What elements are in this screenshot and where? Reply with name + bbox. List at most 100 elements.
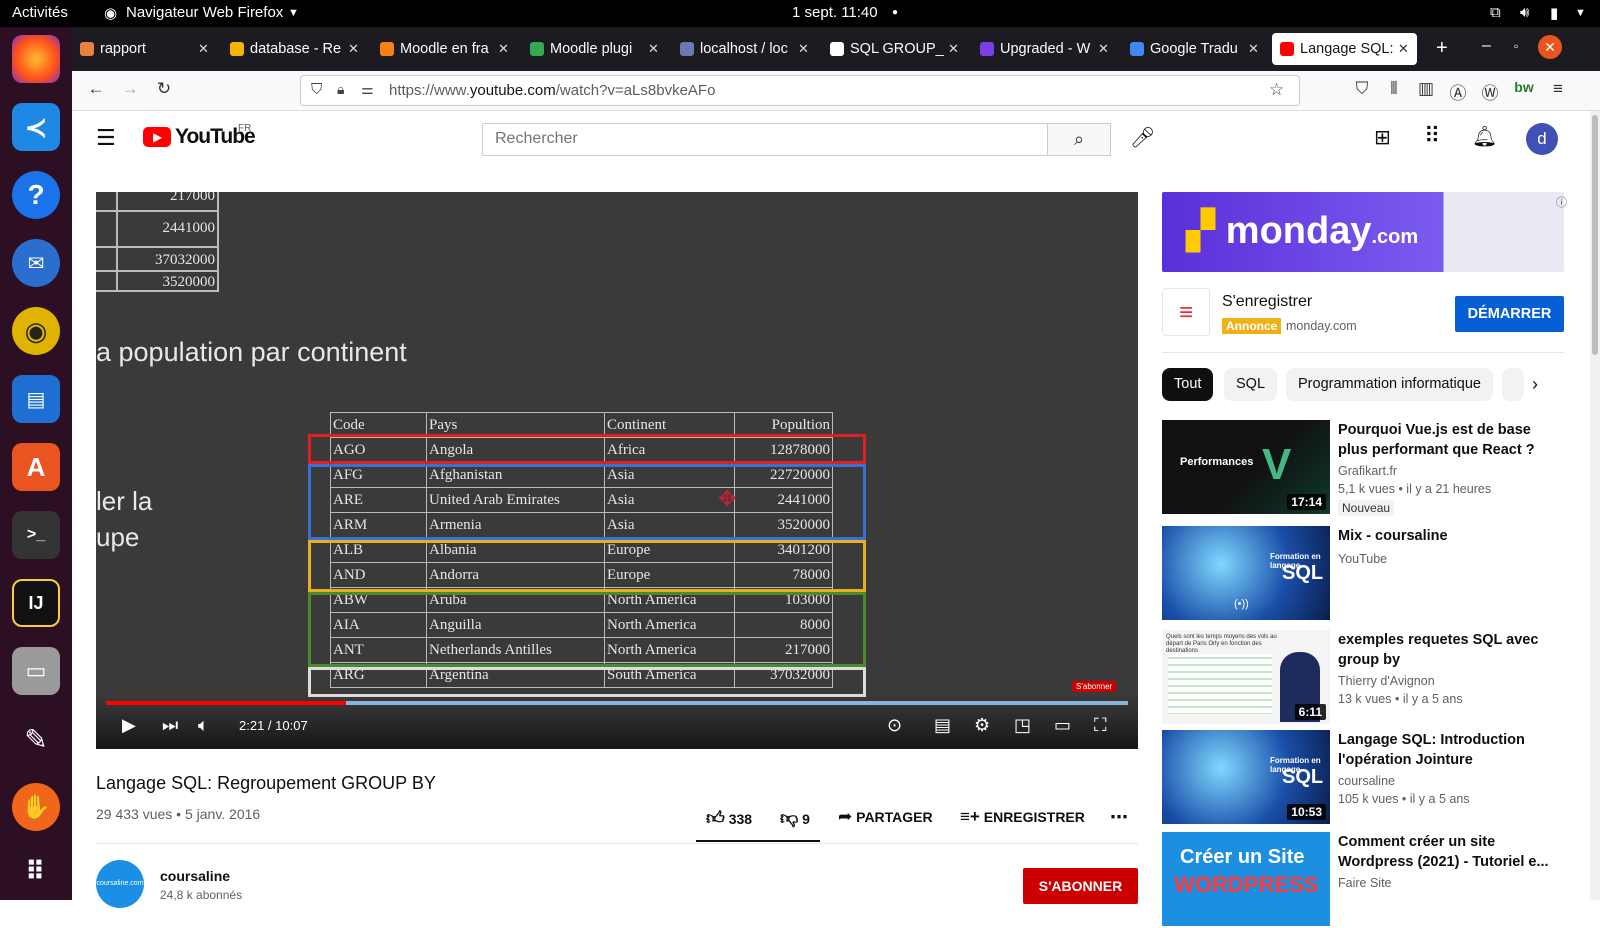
system-menu-chevron-icon[interactable]: ▼ — [1575, 7, 1586, 19]
app-dock-icon[interactable]: ✋ — [12, 783, 60, 831]
tab[interactable]: rapport ✕ — [80, 33, 209, 65]
miniplayer-icon[interactable]: ◳ — [1014, 716, 1031, 734]
sidebar-icon[interactable]: ▥ — [1414, 79, 1438, 99]
url-bar[interactable]: ⛉ 🔒︎ ⚌ https://www.youtube.com/watch?v=a… — [300, 75, 1300, 106]
tab-close-icon[interactable]: ✕ — [1398, 41, 1409, 57]
tab[interactable]: Moodle en fra ✕ — [380, 33, 509, 65]
more-actions-icon[interactable]: ⋯ — [1110, 807, 1128, 828]
tab-close-icon[interactable]: ✕ — [948, 41, 959, 57]
tab-close-icon[interactable]: ✕ — [798, 41, 809, 57]
chip-programmation[interactable]: Programmation informatique — [1286, 368, 1493, 401]
search-input[interactable]: Rechercher — [482, 123, 1048, 156]
rhythmbox-dock-icon[interactable]: ◉ — [12, 307, 60, 355]
recommendation-channel[interactable]: YouTube — [1338, 552, 1387, 566]
thumbnail[interactable]: Formation en langage SQL 10:53 — [1162, 730, 1330, 824]
apps-grid-icon[interactable]: ⠿ — [1424, 123, 1440, 149]
permissions-icon[interactable]: ⚌ — [361, 81, 374, 98]
notifications-bell-icon[interactable]: 🔔︎ — [1472, 124, 1497, 149]
recommendation-title[interactable]: exemples requetes SQL avec group by — [1338, 630, 1558, 670]
chip-all[interactable]: Tout — [1162, 368, 1214, 401]
wordpress-extension-icon[interactable]: Ⓦ — [1478, 79, 1502, 104]
tab-close-icon[interactable]: ✕ — [648, 41, 659, 57]
reload-icon[interactable]: ↻ — [152, 79, 176, 99]
ad-title[interactable]: S'enregistrer — [1222, 293, 1312, 311]
microphone-icon[interactable]: 🎤︎ — [1130, 125, 1155, 150]
activities-button[interactable]: Activités — [12, 4, 68, 21]
tab[interactable]: SQL GROUP_C ✕ — [830, 33, 959, 65]
recommendation-item[interactable]: Créer un Site WORDPRESS Comment créer un… — [1162, 832, 1574, 928]
theater-mode-icon[interactable]: ▭ — [1054, 716, 1071, 734]
back-icon[interactable]: ← — [84, 79, 108, 99]
minimize-icon[interactable]: – — [1482, 37, 1491, 55]
maximize-icon[interactable]: ▫ — [1514, 39, 1518, 53]
tab-close-icon[interactable]: ✕ — [1248, 41, 1259, 57]
settings-gear-icon[interactable]: ⚙ — [974, 716, 990, 734]
help-dock-icon[interactable]: ? — [12, 171, 60, 219]
chevron-right-icon[interactable]: › — [1532, 374, 1538, 395]
recommendation-channel[interactable]: coursaline — [1338, 774, 1395, 788]
recommendation-channel[interactable]: Thierry d'Avignon — [1338, 674, 1435, 688]
account-icon[interactable]: Ⓐ — [1446, 79, 1470, 104]
library-icon[interactable]: ⫴ — [1382, 79, 1406, 99]
vscode-dock-icon[interactable]: ≺ — [12, 103, 60, 151]
tab[interactable]: Upgraded - W ✕ — [980, 33, 1109, 65]
recommendation-title[interactable]: Pourquoi Vue.js est de base plus perform… — [1338, 420, 1558, 460]
recommendation-title[interactable]: Comment créer un site Wordpress (2021) -… — [1338, 832, 1558, 872]
like-button[interactable]: 👍︎ 338 — [706, 807, 752, 829]
fullscreen-icon[interactable]: ⛶ — [1094, 716, 1107, 734]
recommendation-channel[interactable]: Faire Site — [1338, 876, 1392, 890]
network-icon[interactable]: ⧉ — [1490, 4, 1501, 21]
terminal-dock-icon[interactable]: >_ — [12, 511, 60, 559]
page-scrollbar[interactable] — [1590, 111, 1600, 900]
tab[interactable]: localhost / loc ✕ — [680, 33, 809, 65]
writer-dock-icon[interactable]: ▤ — [12, 375, 60, 423]
shield-icon[interactable]: ⛉ — [311, 81, 322, 98]
recommendation-item[interactable]: Formation en langage SQL 10:53 Langage S… — [1162, 730, 1574, 826]
tab[interactable]: Moodle plugi ✕ — [530, 33, 659, 65]
intellij-dock-icon[interactable]: IJ — [12, 579, 60, 627]
software-dock-icon[interactable]: A — [12, 443, 60, 491]
inkscape-dock-icon[interactable]: ✎ — [12, 715, 60, 763]
dislike-button[interactable]: 👎︎ 9 — [780, 807, 810, 829]
extension-icon[interactable]: bw — [1512, 79, 1536, 95]
thumbnail[interactable]: Créer un Site WORDPRESS — [1162, 832, 1330, 926]
show-apps-icon[interactable]: ⠿ — [12, 847, 60, 895]
volume-icon[interactable]: 🔈︎ — [198, 716, 209, 734]
avatar[interactable]: d — [1526, 123, 1558, 155]
thumbnail[interactable]: Performances V 17:14 — [1162, 420, 1330, 514]
thunderbird-dock-icon[interactable]: ✉ — [12, 239, 60, 287]
chip-partial[interactable] — [1502, 368, 1524, 401]
recommendation-channel[interactable]: Grafikart.fr — [1338, 464, 1397, 478]
files-dock-icon[interactable]: ▭ — [12, 647, 60, 695]
lock-icon[interactable]: 🔒︎ — [337, 81, 344, 98]
save-button[interactable]: ≡+ ENREGISTRER — [960, 807, 1085, 827]
next-icon[interactable]: ⏭ — [162, 716, 178, 734]
subscribe-watermark[interactable]: S'abonner — [1072, 681, 1117, 692]
search-button[interactable]: ⌕ — [1047, 123, 1111, 156]
hamburger-menu-icon[interactable]: ≡ — [1546, 79, 1570, 99]
progress-bar[interactable] — [106, 701, 1128, 705]
recommendation-title[interactable]: Mix - coursaline — [1338, 526, 1558, 546]
pocket-icon[interactable]: ⛉ — [1350, 79, 1374, 99]
thumbnail[interactable]: Formation en langage SQL (•)) — [1162, 526, 1330, 620]
volume-icon[interactable]: 🔊︎ — [1520, 4, 1529, 21]
create-video-icon[interactable]: ⊞ — [1374, 125, 1391, 150]
channel-name[interactable]: coursaline — [160, 868, 230, 884]
ad-logo-icon[interactable]: ≡ — [1162, 288, 1210, 336]
video-player[interactable]: 217000 2441000 37032000 3520000 a popula… — [96, 192, 1138, 749]
recommendation-item[interactable]: Performances V 17:14 Pourquoi Vue.js est… — [1162, 420, 1574, 516]
subtitles-icon[interactable]: ▤ — [934, 716, 951, 734]
channel-avatar[interactable]: coursaline.com — [96, 860, 144, 908]
autoplay-toggle[interactable]: ⊙ — [887, 716, 902, 734]
recommendation-title[interactable]: Langage SQL: Introduction l'opération Jo… — [1338, 730, 1558, 770]
tab[interactable]: Google Tradu ✕ — [1130, 33, 1259, 65]
ad-banner[interactable]: ▞ monday.com ⓘ — [1162, 192, 1567, 272]
firefox-dock-icon[interactable] — [12, 35, 60, 83]
thumbnail[interactable]: Quels sont les temps moyens des vols au … — [1162, 630, 1330, 724]
ad-info-icon[interactable]: ⓘ — [1556, 194, 1567, 210]
chip-sql[interactable]: SQL — [1224, 368, 1278, 401]
tab-close-icon[interactable]: ✕ — [498, 41, 509, 57]
recommendation-item[interactable]: Formation en langage SQL (•)) Mix - cour… — [1162, 526, 1574, 622]
menu-icon[interactable]: ☰ — [96, 125, 116, 151]
close-window-icon[interactable]: ✕ — [1538, 35, 1562, 59]
